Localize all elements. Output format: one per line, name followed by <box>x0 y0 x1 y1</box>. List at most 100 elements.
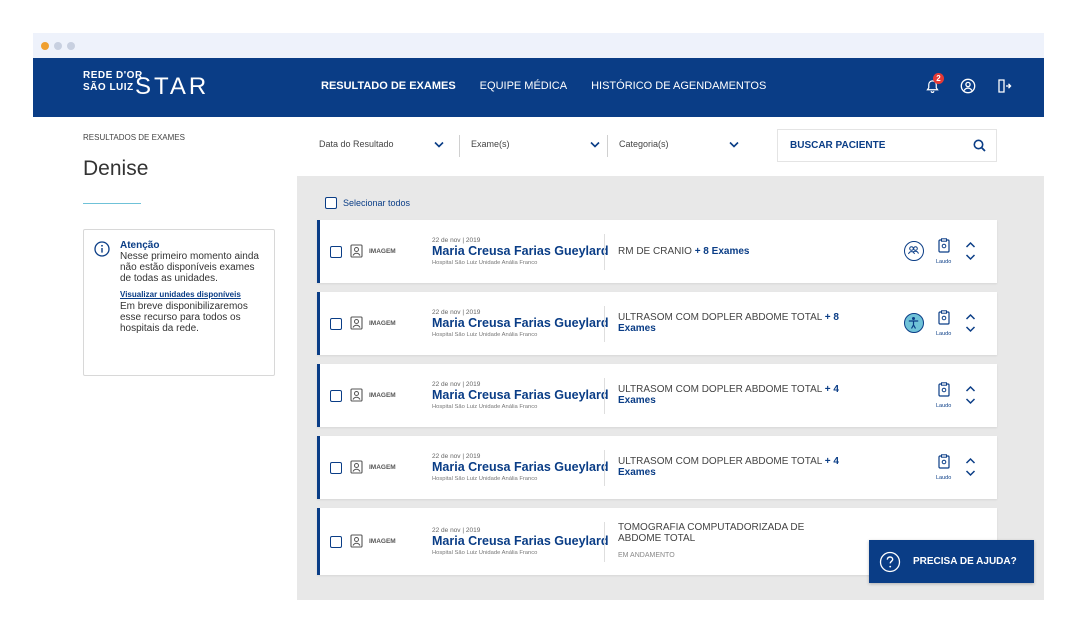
exam-type: IMAGEM <box>369 320 396 327</box>
brand-logo[interactable]: REDE D'OR SÃO LUIZ STAR <box>83 70 206 100</box>
notification-badge: 2 <box>933 73 944 84</box>
nav-resultado-exames[interactable]: RESULTADO DE EXAMES <box>321 80 456 92</box>
expand-toggle[interactable] <box>965 456 976 483</box>
exam-description: ULTRASOM COM DOPLER ABDOME TOTAL + 4 Exa… <box>618 456 848 478</box>
search-icon <box>973 139 986 152</box>
search-button[interactable] <box>973 139 986 157</box>
profile-button[interactable] <box>958 76 978 96</box>
patient-name[interactable]: Maria Creusa Farias Gueylard <box>432 460 608 474</box>
nav-links: RESULTADO DE EXAMES EQUIPE MÉDICA HISTÓR… <box>321 80 766 92</box>
patient-name[interactable]: Maria Creusa Farias Gueylard <box>432 244 608 258</box>
report-icon <box>938 454 950 469</box>
exam-checkbox[interactable] <box>330 390 342 402</box>
hospital-name: Hospital São Luiz Unidade Anália Franco <box>432 476 538 482</box>
exam-description: ULTRASOM COM DOPLER ABDOME TOTAL + 8 Exa… <box>618 312 848 334</box>
exam-card[interactable]: IMAGEM 22 de nov | 2019 Maria Creusa Far… <box>317 220 997 283</box>
laudo-button[interactable]: Laudo <box>936 454 951 481</box>
exam-status: EM ANDAMENTO <box>618 552 675 559</box>
accessibility-icon[interactable] <box>904 313 924 333</box>
title-underline <box>83 203 141 204</box>
attention-title: Atenção <box>120 240 160 251</box>
exam-date: 22 de nov | 2019 <box>432 309 481 316</box>
logo-line2: SÃO LUIZ <box>83 82 134 93</box>
report-icon <box>938 238 950 253</box>
exam-checkbox[interactable] <box>330 536 342 548</box>
expand-toggle[interactable] <box>965 240 976 267</box>
card-separator <box>604 450 605 486</box>
laudo-button[interactable]: Laudo <box>936 382 951 409</box>
chevron-updown-icon <box>965 385 976 405</box>
top-navigation: REDE D'OR SÃO LUIZ STAR RESULTADO DE EXA… <box>33 58 1044 117</box>
info-icon <box>94 241 110 262</box>
available-units-link[interactable]: Visualizar unidades disponíveis <box>120 290 264 299</box>
help-icon <box>879 551 901 572</box>
laudo-button[interactable]: Laudo <box>936 238 951 265</box>
logo-line1: REDE D'OR <box>83 70 143 81</box>
exam-name: RM DE CRANIO <box>618 246 692 257</box>
hospital-name: Hospital São Luiz Unidade Anália Franco <box>432 260 538 266</box>
search-input[interactable] <box>790 140 960 151</box>
page-title: Denise <box>83 157 149 180</box>
window-close-dot[interactable] <box>41 41 49 50</box>
exam-checkbox[interactable] <box>330 318 342 330</box>
expand-toggle[interactable] <box>965 384 976 411</box>
exam-card[interactable]: IMAGEM 22 de nov | 2019 Maria Creusa Far… <box>317 436 997 499</box>
exam-card[interactable]: IMAGEM 22 de nov | 2019 Maria Creusa Far… <box>317 364 997 427</box>
exam-description: ULTRASOM COM DOPLER ABDOME TOTAL + 4 Exa… <box>618 384 848 406</box>
category-filter-label: Categoria(s) <box>619 139 669 149</box>
chevron-updown-icon <box>965 457 976 477</box>
filter-separator <box>459 135 460 157</box>
patient-name[interactable]: Maria Creusa Farias Gueylard <box>432 388 608 402</box>
chevron-updown-icon <box>965 241 976 261</box>
image-exam-icon <box>350 388 363 407</box>
laudo-label: Laudo <box>936 475 952 481</box>
patient-name[interactable]: Maria Creusa Farias Gueylard <box>432 534 608 548</box>
exam-name: ULTRASOM COM DOPLER ABDOME TOTAL <box>618 456 822 467</box>
exam-checkbox[interactable] <box>330 462 342 474</box>
chevron-down-icon <box>728 141 739 148</box>
exam-type: IMAGEM <box>369 538 396 545</box>
breadcrumb[interactable]: RESULTADOS DE EXAMES <box>83 133 185 142</box>
image-exam-icon <box>350 460 363 479</box>
attention-text: Nesse primeiro momento ainda não estão d… <box>120 251 259 284</box>
exam-description: TOMOGRAFIA COMPUTADORIZADA DE ABDOME TOT… <box>618 522 848 561</box>
main-content: Data do Resultado Exame(s) Categoria(s) <box>297 117 1044 600</box>
select-all-checkbox[interactable] <box>325 197 337 209</box>
window-chrome <box>33 33 1044 58</box>
card-separator <box>604 234 605 270</box>
exam-date: 22 de nov | 2019 <box>432 381 481 388</box>
exam-card[interactable]: IMAGEM 22 de nov | 2019 Maria Creusa Far… <box>317 292 997 355</box>
team-icon[interactable] <box>904 241 924 261</box>
exam-date: 22 de nov | 2019 <box>432 237 481 244</box>
patient-name[interactable]: Maria Creusa Farias Gueylard <box>432 316 608 330</box>
exam-name: ULTRASOM COM DOPLER ABDOME TOTAL <box>618 384 822 395</box>
window-maximize-dot[interactable] <box>67 41 75 50</box>
logout-icon <box>998 79 1012 93</box>
notifications-button[interactable]: 2 <box>922 73 944 96</box>
exam-type: IMAGEM <box>369 392 396 399</box>
more-exams-link[interactable]: + 8 Exames <box>695 246 750 257</box>
select-all-label: Selecionar todos <box>343 198 411 208</box>
laudo-button[interactable]: Laudo <box>936 310 951 337</box>
exam-date: 22 de nov | 2019 <box>432 527 481 534</box>
expand-toggle[interactable] <box>965 312 976 339</box>
chevron-down-icon <box>433 141 444 148</box>
exam-name: ULTRASOM COM DOPLER ABDOME TOTAL <box>618 312 822 323</box>
exam-filter[interactable]: Exame(s) <box>471 139 600 149</box>
window-minimize-dot[interactable] <box>54 41 62 50</box>
hospital-name: Hospital São Luiz Unidade Anália Franco <box>432 332 538 338</box>
exam-checkbox[interactable] <box>330 246 342 258</box>
help-button[interactable]: PRECISA DE AJUDA? <box>869 540 1034 583</box>
card-separator <box>604 522 605 562</box>
exam-name: TOMOGRAFIA COMPUTADORIZADA DE ABDOME TOT… <box>618 522 805 544</box>
date-filter[interactable]: Data do Resultado <box>319 139 444 149</box>
date-filter-label: Data do Resultado <box>319 139 394 149</box>
select-all[interactable]: Selecionar todos <box>325 197 410 209</box>
category-filter[interactable]: Categoria(s) <box>619 139 739 149</box>
attention-text-2: Em breve disponibilizaremos esse recurso… <box>120 301 248 334</box>
nav-equipe-medica[interactable]: EQUIPE MÉDICA <box>480 80 567 92</box>
logout-button[interactable] <box>994 76 1014 96</box>
hospital-name: Hospital São Luiz Unidade Anália Franco <box>432 550 538 556</box>
help-label: PRECISA DE AJUDA? <box>913 556 1017 567</box>
nav-historico-agendamentos[interactable]: HISTÓRICO DE AGENDAMENTOS <box>591 80 766 92</box>
